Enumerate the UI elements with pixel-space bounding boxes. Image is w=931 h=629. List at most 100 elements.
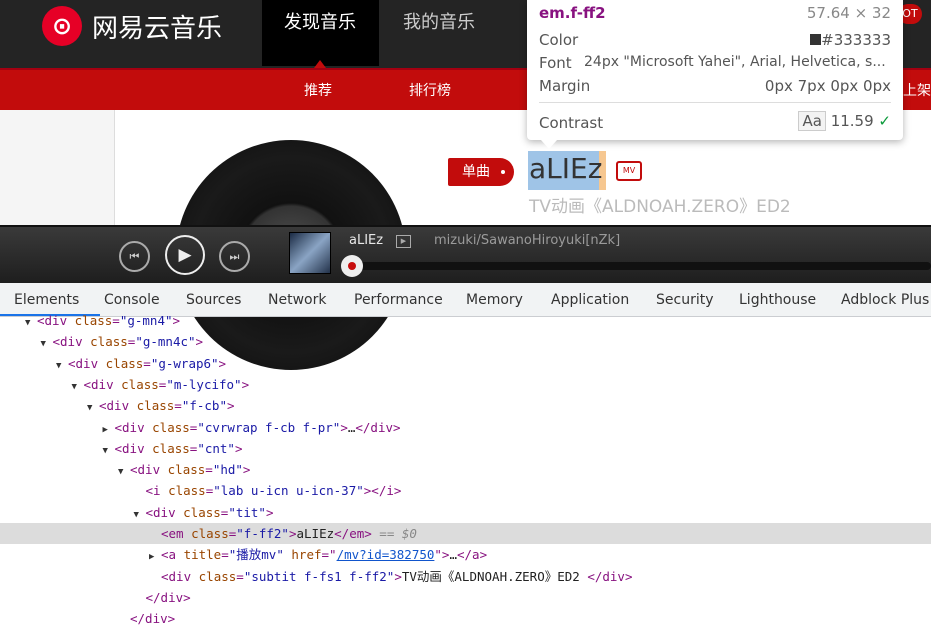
tooltip-arrow bbox=[541, 140, 557, 149]
dom-token: = bbox=[174, 398, 182, 414]
netease-music-logo-icon[interactable]: ⊙ bbox=[42, 6, 82, 46]
devtools-tab-application[interactable]: Application bbox=[551, 292, 629, 308]
dom-token: class bbox=[152, 440, 190, 456]
dom-node-row[interactable]: ▼ <div class="g-mn4"> bbox=[0, 310, 931, 331]
single-badge: 单曲 bbox=[448, 158, 514, 186]
dom-token: <div bbox=[130, 462, 168, 478]
dom-token: "lab u-icn u-icn-37" bbox=[213, 483, 364, 499]
dom-node-row[interactable]: ▶ <div class="cvrwrap f-cb f-pr">…</div> bbox=[0, 417, 931, 438]
inspect-tooltip: em.f-ff2 57.64 × 32 Color #333333 Font 2… bbox=[527, 0, 903, 140]
dom-token: <div bbox=[114, 419, 153, 435]
dom-node-row[interactable]: <i class="lab u-icn u-icn-37"></i> bbox=[0, 480, 931, 501]
dom-token: > bbox=[242, 462, 251, 478]
dom-token: </div> bbox=[587, 568, 633, 584]
tooltip-selector: em.f-ff2 bbox=[539, 4, 606, 22]
previous-icon[interactable]: ⏮ bbox=[119, 241, 150, 272]
dom-token: "hd" bbox=[212, 462, 243, 478]
dom-token: <div bbox=[68, 355, 106, 371]
dom-token: = bbox=[221, 547, 229, 563]
dom-token: <div bbox=[83, 376, 122, 392]
dom-token: = bbox=[112, 313, 120, 328]
dom-node-row[interactable]: ▼ <div class="tit"> bbox=[0, 502, 931, 523]
devtools-tab-elements[interactable]: Elements bbox=[14, 292, 79, 308]
tooltip-font-value: 24px "Microsoft Yahei", Arial, Helvetica… bbox=[584, 54, 886, 70]
dom-token: class bbox=[136, 398, 175, 414]
subnav-charts[interactable]: 排行榜 bbox=[409, 80, 451, 100]
dom-token: <div bbox=[145, 504, 184, 520]
subnav-new[interactable]: 上架 bbox=[903, 80, 931, 100]
tooltip-contrast-label: Contrast bbox=[539, 114, 604, 132]
contrast-aa-sample: Aa bbox=[798, 111, 826, 131]
dom-token: ></i> bbox=[363, 483, 402, 499]
dom-token: class bbox=[167, 462, 206, 478]
tooltip-color-label: Color bbox=[539, 31, 579, 49]
tooltip-font-label: Font bbox=[539, 54, 572, 72]
dom-token: > bbox=[394, 568, 402, 584]
dom-token: > bbox=[340, 419, 348, 435]
mv-icon[interactable]: MV bbox=[616, 161, 642, 181]
left-margin bbox=[0, 110, 115, 226]
check-icon: ✓ bbox=[878, 112, 891, 130]
tooltip-divider bbox=[539, 102, 891, 103]
selected-dom-node[interactable]: <em class="f-ff2">aLIEz</em> == $0 bbox=[0, 523, 931, 544]
dom-token: "m-lycifo" bbox=[166, 376, 242, 392]
dom-token: > bbox=[241, 376, 250, 392]
dom-token: = bbox=[143, 355, 151, 371]
dom-token: class bbox=[152, 419, 190, 435]
color-swatch-icon bbox=[810, 34, 822, 45]
player-mv-icon[interactable]: ▶ bbox=[396, 235, 411, 248]
song-title: aLIEz bbox=[529, 152, 603, 185]
devtools-tab-adblock-plus[interactable]: Adblock Plus bbox=[841, 292, 929, 308]
dom-node-row[interactable]: ▼ <div class="hd"> bbox=[0, 459, 931, 480]
dom-token: <a bbox=[161, 547, 184, 563]
tooltip-size: 57.64 × 32 bbox=[806, 4, 891, 22]
dom-token: class bbox=[191, 526, 229, 541]
dom-token: … bbox=[449, 547, 457, 563]
nav-discover[interactable]: 发现音乐 bbox=[262, 0, 379, 66]
tooltip-margin-value: 0px 7px 0px 0px bbox=[764, 77, 891, 95]
player-song-name[interactable]: aLIEz bbox=[349, 233, 383, 248]
dom-token: > bbox=[234, 440, 243, 456]
play-icon[interactable]: ▶ bbox=[165, 235, 205, 275]
album-cover[interactable] bbox=[289, 232, 331, 274]
tooltip-margin-label: Margin bbox=[539, 77, 591, 95]
dom-token: <em bbox=[161, 526, 192, 541]
devtools-tab-network[interactable]: Network bbox=[268, 292, 326, 308]
dom-token: </em> bbox=[334, 526, 372, 541]
dom-node-row[interactable]: ▼ <div class="g-wrap6"> bbox=[0, 353, 931, 374]
dom-token: > bbox=[226, 398, 235, 414]
dom-token: "cvrwrap f-cb f-pr" bbox=[197, 419, 341, 435]
next-icon[interactable]: ⏭ bbox=[219, 241, 250, 272]
dom-node-row[interactable]: </div> bbox=[0, 587, 931, 608]
dom-node-row[interactable]: <div class="subtit f-fs1 f-ff2">TV动画《ALD… bbox=[0, 566, 931, 587]
dom-node-row[interactable]: ▼ <div class="m-lycifo"> bbox=[0, 374, 931, 395]
devtools-tab-lighthouse[interactable]: Lighthouse bbox=[739, 292, 816, 308]
tooltip-color-value: #333333 bbox=[821, 31, 891, 49]
dom-token: > bbox=[172, 313, 181, 328]
devtools-tab-performance[interactable]: Performance bbox=[354, 292, 443, 308]
dom-node-row[interactable]: ▶ <a title="播放mv" href="/mv?id=382750">…<… bbox=[0, 544, 931, 565]
dom-token: "f-ff2" bbox=[236, 526, 289, 541]
devtools-tab-memory[interactable]: Memory bbox=[466, 292, 523, 308]
href-link[interactable]: /mv?id=382750 bbox=[337, 547, 435, 562]
nav-caret-icon bbox=[314, 60, 326, 68]
devtools-tab-sources[interactable]: Sources bbox=[186, 292, 241, 308]
dom-token: > bbox=[195, 334, 204, 350]
dom-token: class bbox=[74, 313, 113, 328]
dom-node-row[interactable]: ▼ <div class="f-cb"> bbox=[0, 395, 931, 416]
devtools-tab-security[interactable]: Security bbox=[656, 292, 714, 308]
dom-node-row[interactable]: ▼ <div class="cnt"> bbox=[0, 438, 931, 459]
nav-my-music[interactable]: 我的音乐 bbox=[381, 0, 497, 66]
progress-track[interactable] bbox=[350, 262, 931, 270]
brand-name[interactable]: 网易云音乐 bbox=[92, 8, 222, 45]
player-artist[interactable]: mizuki/SawanoHiroyuki[nZk] bbox=[434, 233, 620, 248]
progress-knob[interactable] bbox=[341, 255, 363, 277]
song-subtitle: TV动画《ALDNOAH.ZERO》ED2 bbox=[529, 197, 791, 217]
dom-token: <div bbox=[52, 334, 91, 350]
dom-token: TV动画《ALDNOAH.ZERO》ED2 bbox=[401, 568, 588, 584]
dom-node-row[interactable]: ▼ <div class="g-mn4c"> bbox=[0, 331, 931, 352]
dom-token: <div bbox=[114, 440, 153, 456]
subnav-recommend[interactable]: 推荐 bbox=[304, 80, 332, 100]
devtools-tab-console[interactable]: Console bbox=[104, 292, 160, 308]
dom-token: <div bbox=[37, 313, 75, 328]
